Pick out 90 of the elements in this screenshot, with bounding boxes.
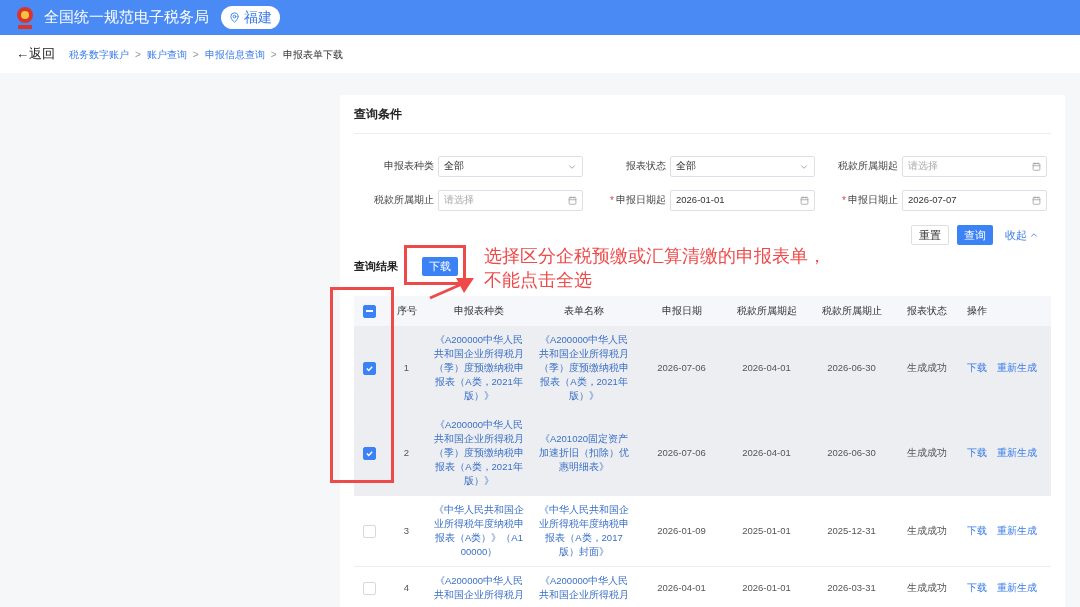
- column-header: 税款所属期起: [735, 303, 798, 318]
- date-field[interactable]: 请选择: [438, 190, 583, 211]
- form-type-link[interactable]: 《A200000中华人民共和国企业所得税月（季）度预缴纳税申报表（A类，2021年版）》: [429, 418, 529, 488]
- checkbox[interactable]: [362, 361, 376, 375]
- breadcrumb-separator: >: [270, 47, 277, 62]
- breadcrumb-link[interactable]: 申报信息查询: [204, 46, 265, 62]
- table-row[interactable]: 2 《A200000中华人民共和国企业所得税月（季）度预缴纳税申报表（A类，2021年版）》 《A201020固定资产加速折旧（扣除）优惠明细表》 2026-07-06 2026-04-01 2026-06-30 生成成功 下载 重新生成: [354, 411, 1051, 496]
- form-name-link[interactable]: 《A200000中华人民共和国企业所得税月: [529, 574, 639, 602]
- field-label: 税款所属期起: [838, 159, 898, 174]
- table-cell-text: 生成成功: [905, 523, 948, 538]
- action-link[interactable]: 下载: [967, 445, 987, 461]
- calendar-icon: [568, 196, 577, 205]
- table-cell-text: 2026-01-01: [741, 580, 792, 595]
- required-mark: *: [842, 194, 846, 208]
- date-field[interactable]: 请选择: [902, 156, 1047, 177]
- search-button[interactable]: 查询: [957, 225, 993, 245]
- table-cell-text: 2025-01-01: [741, 523, 792, 538]
- check-icon: [364, 363, 374, 373]
- breadcrumb-link[interactable]: 税务数字账户: [69, 46, 129, 62]
- breadcrumb-separator: >: [135, 47, 141, 62]
- action-link[interactable]: 重新生成: [997, 523, 1037, 539]
- annotation-text: 选择区分企税预缴或汇算清缴的申报表单，不能点击全选: [484, 245, 827, 292]
- table-cell-text: 2026-04-01: [741, 360, 792, 375]
- action-link[interactable]: 下载: [967, 523, 987, 539]
- calendar-icon: [1032, 162, 1041, 171]
- calendar-icon: [800, 196, 809, 205]
- site-title: 全国统一规范电子税务局: [44, 7, 209, 28]
- table-cell-text: 1: [402, 360, 411, 375]
- action-link[interactable]: 重新生成: [997, 445, 1037, 461]
- reset-button[interactable]: 重置: [911, 225, 949, 245]
- select-field[interactable]: 全部: [438, 156, 583, 177]
- breadcrumb-link[interactable]: 账户查询: [146, 46, 187, 62]
- table-cell-text: 生成成功: [905, 580, 948, 595]
- select-field[interactable]: 全部: [670, 156, 815, 177]
- table-cell-text: 2026-03-31: [826, 580, 877, 595]
- table-cell-text: 2026-06-30: [826, 445, 877, 460]
- arrow-icon: [428, 276, 476, 300]
- download-button[interactable]: 下载: [422, 257, 458, 276]
- breadcrumb-link[interactable]: 申报表单下载: [282, 46, 343, 62]
- date-field[interactable]: 2026-07-07: [902, 190, 1047, 211]
- form-type-link[interactable]: 《A200000中华人民共和国企业所得税月（季）度预缴纳税申报表（A类，2021年版）》: [429, 333, 529, 403]
- form-type-link[interactable]: 《A200000中华人民共和国企业所得税月: [429, 574, 529, 602]
- breadcrumb-separator: >: [192, 47, 199, 62]
- action-link[interactable]: 下载: [967, 360, 987, 376]
- table-cell-text: 2025-12-31: [826, 523, 877, 538]
- check-icon: [364, 448, 374, 458]
- table-cell-text: 2026-04-01: [741, 445, 792, 460]
- action-link[interactable]: 重新生成: [997, 580, 1037, 596]
- field-label: 申报日期起: [616, 193, 666, 208]
- emblem-icon: [14, 4, 36, 31]
- calendar-icon: [1032, 196, 1041, 205]
- column-header: 表单名称: [563, 303, 605, 318]
- table-cell-text: 4: [402, 580, 411, 595]
- chevron-up-icon: [1029, 230, 1039, 240]
- field-label: 报表状态: [626, 159, 666, 174]
- column-header: 报表状态: [905, 303, 948, 318]
- field-label: 税款所属期止: [374, 193, 434, 208]
- table-cell-text: 2026-01-09: [656, 523, 707, 538]
- table-cell-text: 2026-07-06: [656, 445, 707, 460]
- collapse-button[interactable]: 收起: [1005, 226, 1039, 244]
- table-cell-text: 生成成功: [905, 445, 948, 460]
- table-cell-text: 2026-07-06: [656, 360, 707, 375]
- column-header: 税款所属期止: [820, 303, 883, 318]
- form-name-link[interactable]: 《中华人民共和国企业所得税年度纳税申报表（A类，2017版）封面》: [529, 503, 639, 559]
- column-header: 操作: [966, 303, 988, 318]
- checkbox[interactable]: [362, 446, 376, 460]
- form-type-link[interactable]: 《中华人民共和国企业所得税年度纳税申报表（A类）》（A100000）: [429, 503, 529, 559]
- table-cell-text: 2026-04-01: [656, 580, 707, 595]
- action-link[interactable]: 下载: [967, 580, 987, 596]
- checkbox[interactable]: [362, 304, 376, 318]
- date-field[interactable]: 2026-01-01: [670, 190, 815, 211]
- field-label: 申报日期止: [848, 193, 898, 208]
- section-title: 查询条件: [354, 105, 1051, 134]
- field-label: 申报表种类: [384, 159, 434, 174]
- table-row[interactable]: 1 《A200000中华人民共和国企业所得税月（季）度预缴纳税申报表（A类，2021年版）》 《A200000中华人民共和国企业所得税月（季）度预缴纳税申报表（A类，2021年版）》 2026-07-06 2026-04-01 2026-06-30 生成成功 下载 重新生成: [354, 326, 1051, 411]
- back-link[interactable]: ←返回: [16, 44, 55, 64]
- required-mark: *: [610, 194, 614, 208]
- column-header: 申报日期: [660, 303, 703, 318]
- table-cell-text: 2026-06-30: [826, 360, 877, 375]
- form-name-link[interactable]: 《A200000中华人民共和国企业所得税月（季）度预缴纳税申报表（A类，2021年版）》: [529, 333, 639, 403]
- column-header: 申报表种类: [453, 303, 505, 318]
- table-cell-text: 2: [402, 445, 411, 460]
- location-icon: [229, 12, 240, 23]
- action-link[interactable]: 重新生成: [997, 360, 1037, 376]
- region-badge[interactable]: 福建: [221, 6, 280, 29]
- form-name-link[interactable]: 《A201020固定资产加速折旧（扣除）优惠明细表》: [529, 432, 639, 474]
- table-cell-text: 3: [402, 523, 411, 538]
- table-cell-text: 生成成功: [905, 360, 948, 375]
- column-header: 序号: [395, 303, 418, 318]
- section-title: 查询结果: [354, 259, 398, 275]
